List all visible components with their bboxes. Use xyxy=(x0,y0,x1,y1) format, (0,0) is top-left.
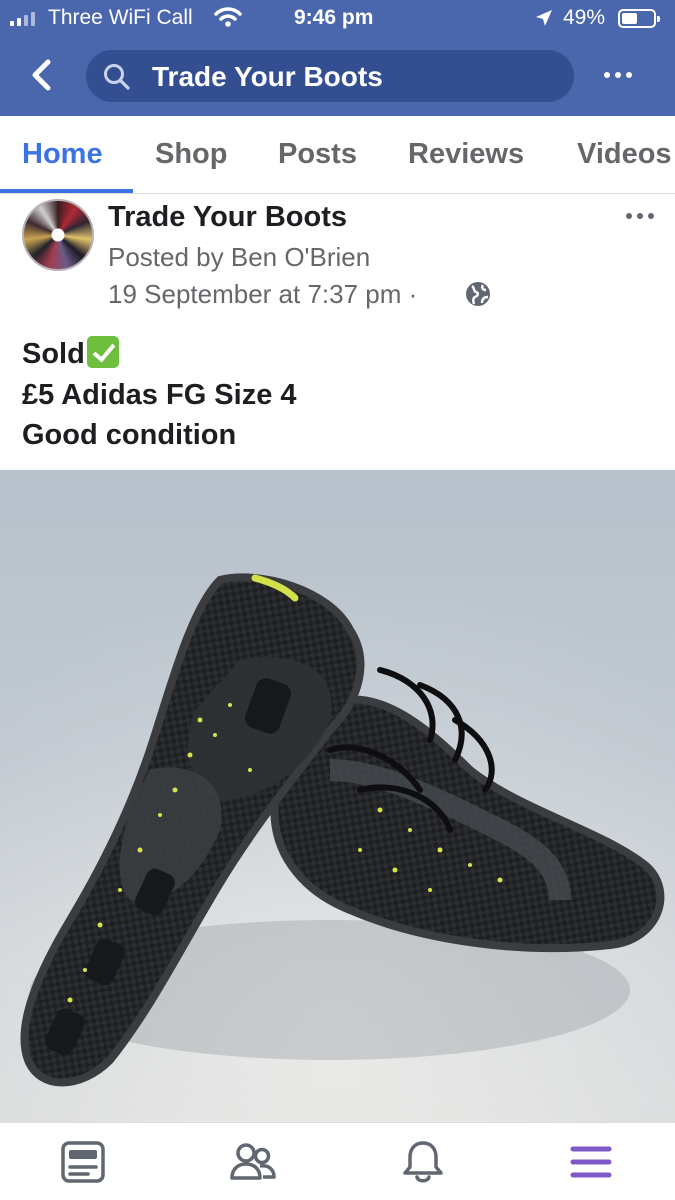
tab-home[interactable]: Home xyxy=(22,138,103,171)
notifications-bell-icon[interactable] xyxy=(398,1137,448,1187)
status-bar: Three WiFi Call 9:46 pm 49% xyxy=(0,0,675,38)
sold-text: Sold xyxy=(22,338,85,370)
post-line-condition: Good condition xyxy=(22,419,237,451)
white-check-mark-emoji xyxy=(86,336,119,368)
post-page-name[interactable]: Trade Your Boots xyxy=(108,201,347,234)
battery-fill xyxy=(622,13,637,24)
page-avatar[interactable] xyxy=(22,199,94,271)
page-tabs: Home Shop Posts Reviews Videos xyxy=(0,116,675,194)
dot xyxy=(626,213,632,219)
post-options-button[interactable] xyxy=(620,206,660,226)
chevron-left-icon xyxy=(32,59,51,91)
post-photo[interactable] xyxy=(0,470,675,1122)
search-bar[interactable]: Trade Your Boots xyxy=(86,50,574,102)
more-options-button[interactable] xyxy=(598,62,638,88)
post-line-status: Sold xyxy=(22,334,297,375)
friends-icon[interactable] xyxy=(228,1137,278,1187)
dot xyxy=(615,72,621,78)
football-boots-illustration xyxy=(0,470,675,1122)
dot xyxy=(637,213,643,219)
tab-posts[interactable]: Posts xyxy=(278,138,357,171)
back-button[interactable] xyxy=(22,50,62,100)
signal-bars-icon xyxy=(10,10,35,26)
news-feed-icon[interactable] xyxy=(58,1137,108,1187)
location-arrow-icon xyxy=(534,8,554,34)
battery-percent: 49% xyxy=(563,6,606,29)
dot xyxy=(604,72,610,78)
post-text: Sold £5 Adidas FG Size 4 Good condition xyxy=(22,334,297,456)
battery-icon xyxy=(618,9,660,28)
carrier-name: Three WiFi Call xyxy=(48,6,193,29)
post-timestamp[interactable]: 19 September at 7:37 pm · xyxy=(108,279,417,310)
dot xyxy=(626,72,632,78)
tab-reviews[interactable]: Reviews xyxy=(408,138,524,171)
active-tab-indicator xyxy=(0,189,133,193)
globe-icon xyxy=(464,280,492,313)
post-line-price: £5 Adidas FG Size 4 xyxy=(22,378,297,411)
wifi-icon xyxy=(214,6,242,34)
status-time: 9:46 pm xyxy=(294,6,374,29)
bottom-navigation xyxy=(0,1122,675,1200)
menu-icon[interactable] xyxy=(566,1137,616,1187)
top-bar: Three WiFi Call 9:46 pm 49% Trade Your B… xyxy=(0,0,675,116)
tab-shop[interactable]: Shop xyxy=(155,138,228,171)
dot xyxy=(648,213,654,219)
posted-by: Posted by Ben O'Brien xyxy=(108,242,371,272)
search-text: Trade Your Boots xyxy=(152,61,383,92)
search-icon xyxy=(102,62,132,97)
tab-videos[interactable]: Videos xyxy=(577,138,672,171)
